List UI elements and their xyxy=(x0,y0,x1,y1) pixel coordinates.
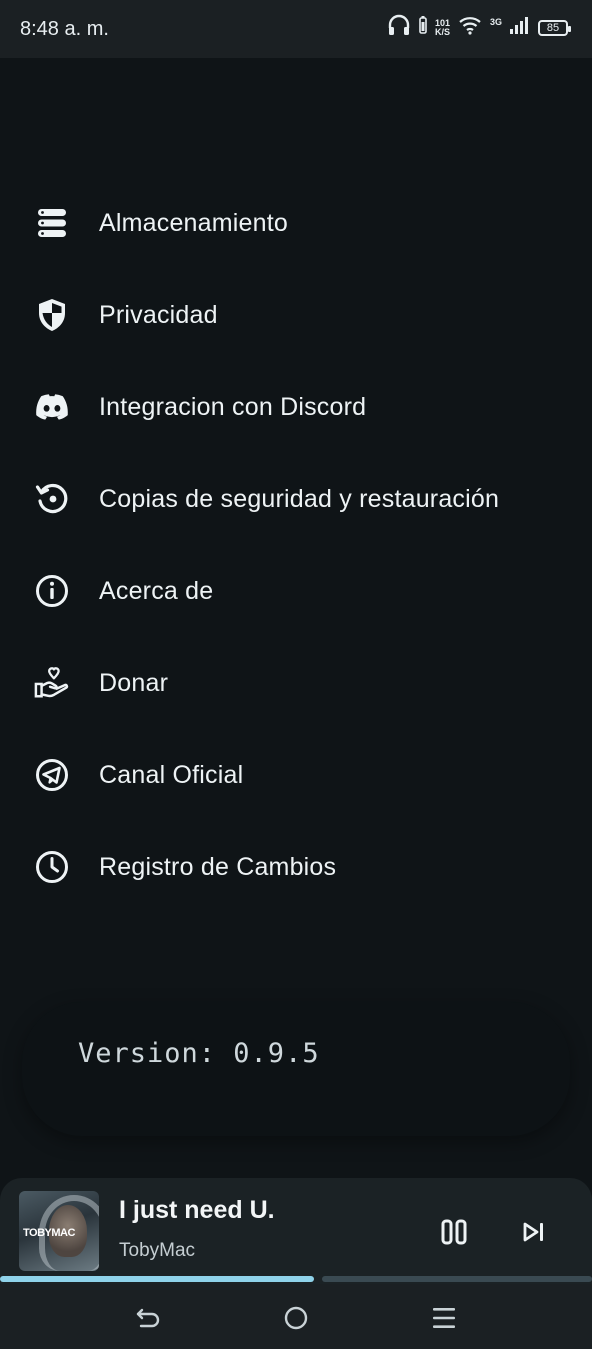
pause-icon xyxy=(441,1219,467,1245)
settings-menu: Almacenamiento Privacidad Integracion co… xyxy=(0,177,592,913)
navigation-bar xyxy=(0,1284,592,1349)
status-bar: 8:48 a. m. 101 K/S 3G 85 xyxy=(0,0,592,58)
song-artist: TobyMac xyxy=(119,1240,196,1261)
version-text: Version: 0.9.5 xyxy=(78,1038,320,1069)
menu-item-acerca[interactable]: Acerca de xyxy=(0,545,592,637)
home-icon xyxy=(284,1306,308,1330)
pause-button[interactable] xyxy=(436,1214,472,1250)
recents-icon xyxy=(433,1308,455,1328)
storage-icon xyxy=(34,205,70,241)
menu-item-backup[interactable]: Copias de seguridad y restauración xyxy=(0,453,592,545)
network-speed: 101 K/S xyxy=(434,18,450,37)
menu-item-label: Privacidad xyxy=(99,300,218,329)
clock-icon xyxy=(34,849,70,885)
menu-item-almacenamiento[interactable]: Almacenamiento xyxy=(0,177,592,269)
discord-icon xyxy=(34,389,70,425)
menu-item-label: Donar xyxy=(99,668,169,697)
donate-hand-heart-icon xyxy=(34,665,70,701)
next-button[interactable] xyxy=(516,1214,552,1250)
back-button[interactable] xyxy=(130,1300,166,1336)
wifi-icon xyxy=(458,15,482,40)
menu-item-privacidad[interactable]: Privacidad xyxy=(0,269,592,361)
progress-played xyxy=(0,1276,314,1282)
home-button[interactable] xyxy=(278,1300,314,1336)
menu-item-label: Acerca de xyxy=(99,576,214,605)
menu-item-label: Almacenamiento xyxy=(99,208,289,237)
version-card: Version: 0.9.5 xyxy=(22,1002,570,1136)
shield-icon xyxy=(34,297,70,333)
signal-icon xyxy=(510,16,528,39)
network-type: 3G xyxy=(489,16,502,27)
restore-icon xyxy=(34,481,70,517)
headphones-icon xyxy=(387,14,411,41)
recents-button[interactable] xyxy=(426,1300,462,1336)
progress-remaining xyxy=(322,1276,592,1282)
status-time: 8:48 a. m. xyxy=(20,18,109,40)
battery-level: 85 xyxy=(546,21,560,34)
menu-item-registro-cambios[interactable]: Registro de Cambios xyxy=(0,821,592,913)
album-art[interactable]: TOBYMAC xyxy=(19,1191,99,1271)
song-title: I just need U. xyxy=(119,1196,275,1224)
menu-item-discord[interactable]: Integracion con Discord xyxy=(0,361,592,453)
speed-unit: K/S xyxy=(434,26,450,37)
menu-item-label: Integracion con Discord xyxy=(99,392,367,421)
menu-item-label: Copias de seguridad y restauración xyxy=(99,484,500,513)
skip-next-icon xyxy=(523,1222,543,1242)
playback-progress[interactable] xyxy=(0,1276,592,1284)
battery-icon: 85 xyxy=(538,19,571,36)
menu-item-label: Canal Oficial xyxy=(99,760,244,789)
status-icons: 101 K/S 3G 85 xyxy=(387,14,571,41)
menu-item-label: Registro de Cambios xyxy=(99,852,337,881)
mini-player[interactable]: TOBYMAC I just need U. TobyMac xyxy=(0,1178,592,1284)
menu-item-canal-oficial[interactable]: Canal Oficial xyxy=(0,729,592,821)
info-icon xyxy=(34,573,70,609)
menu-item-donar[interactable]: Donar xyxy=(0,637,592,729)
back-icon xyxy=(136,1308,160,1328)
album-art-logo: TOBYMAC xyxy=(23,1227,75,1239)
telegram-icon xyxy=(34,757,70,793)
battery-saver-icon xyxy=(419,16,427,39)
